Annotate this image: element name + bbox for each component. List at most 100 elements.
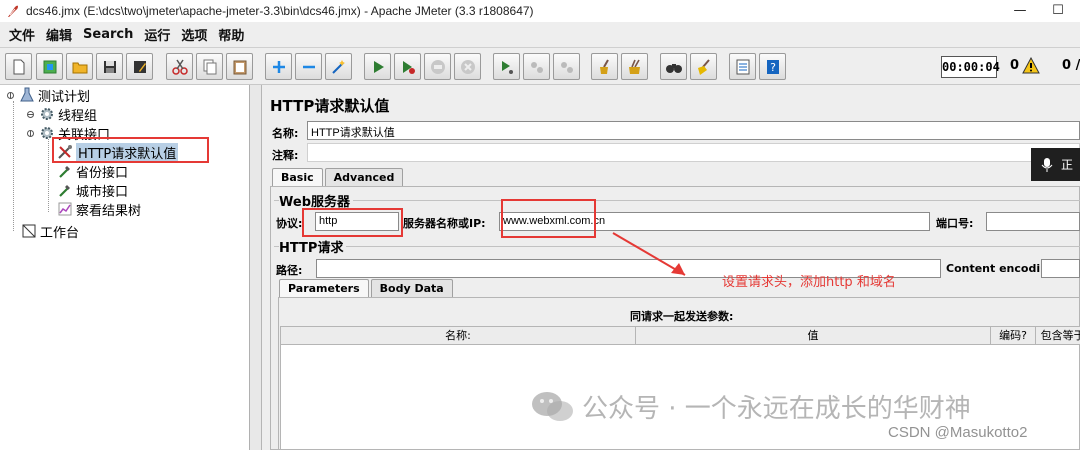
protocol-label: 协议: [276,217,303,230]
paste-button[interactable] [226,53,253,80]
content-encoding-field[interactable] [1041,259,1080,278]
remote-stop-button[interactable] [523,53,550,80]
watermark-text: 公众号 · 一个永远在成长的华财神 [582,394,971,424]
open-button[interactable] [66,53,93,80]
chart-listener-icon [58,202,72,216]
menu-run[interactable]: 运行 [144,25,170,44]
toggle-wand-icon [331,59,345,74]
start-no-pauses-button[interactable] [394,53,421,80]
reset-broom-icon [697,58,710,75]
menu-file[interactable]: 文件 [9,25,35,44]
stop-button[interactable] [424,53,451,80]
server-field[interactable]: www.webxml.com.cn [499,212,930,231]
name-label: 名称: [272,127,299,140]
copy-icon [203,59,216,74]
tab-basic[interactable]: Basic [272,168,323,186]
remote-stop-icon [530,61,543,73]
collapse-button[interactable] [295,53,322,80]
tree-node-workbench[interactable]: 工作台 [21,222,80,241]
toolbar: ? [0,47,1080,85]
column-header-include-equals[interactable]: 包含等于? [1036,327,1080,345]
search-button[interactable] [660,53,687,80]
templates-icon [43,60,56,73]
group-divider [274,200,1080,201]
menu-help[interactable]: 帮助 [218,25,244,44]
http-request-title: HTTP请求 [279,237,347,256]
tree-node-city-sampler[interactable]: 城市接口 [57,181,128,200]
jmeter-window: dcs46.jmx (E:\dcs\two\jmeter\apache-jmet… [0,0,1080,450]
templates-button[interactable] [36,53,63,80]
cut-button[interactable] [166,53,193,80]
tree-node-test-plan[interactable]: 测试计划 [6,86,90,105]
tree-label: 察看结果树 [76,203,142,219]
minimize-button[interactable]: — [1010,2,1030,20]
broom-icon [599,59,609,74]
help-button[interactable]: ? [759,53,786,80]
tree-collapse-handle-icon[interactable] [26,110,35,119]
web-server-title: Web服务器 [279,191,353,210]
page-title: HTTP请求默认值 [270,97,390,115]
tree-label: 线程组 [58,108,98,124]
tree-expand-handle-icon[interactable] [6,91,15,100]
basic-advanced-tabs: Basic Advanced [272,168,405,186]
tab-body-data[interactable]: Body Data [370,279,453,297]
tree-node-controller[interactable]: 关联接口 [26,124,111,143]
svg-text:?: ? [770,61,776,74]
menu-edit[interactable]: 编辑 [46,25,72,44]
warning-icon[interactable] [1022,57,1040,75]
workbench-icon [22,224,36,238]
reset-search-button[interactable] [690,53,717,80]
test-plan-flask-icon [20,87,34,102]
comment-field[interactable] [307,143,1080,162]
remote-start-icon [501,60,513,74]
params-caption: 同请求一起发送参数: [630,310,734,323]
start-button[interactable] [364,53,391,80]
expand-button[interactable] [265,53,292,80]
remote-start-button[interactable] [493,53,520,80]
tree-label-selected: HTTP请求默认值 [76,142,179,162]
recording-badge-text: 正 [1061,158,1074,172]
save-as-button[interactable] [126,53,153,80]
tree-label: 关联接口 [58,127,111,143]
new-button[interactable] [5,53,32,80]
maximize-button[interactable]: ☐ [1048,2,1068,20]
function-helper-button[interactable] [729,53,756,80]
clear-all-button[interactable] [621,53,648,80]
tab-parameters[interactable]: Parameters [279,279,369,297]
tree-node-http-defaults[interactable]: HTTP请求默认值 [57,142,179,162]
column-header-value[interactable]: 值 [636,327,991,345]
panel-splitter[interactable] [250,85,262,450]
column-header-name[interactable]: 名称: [281,327,636,345]
column-header-encode[interactable]: 编码? [991,327,1036,345]
annotation-arrow-icon [612,232,686,276]
protocol-field[interactable]: http [315,212,399,231]
save-button[interactable] [96,53,123,80]
voice-recording-badge[interactable]: 正 [1031,148,1080,181]
elapsed-timer: 00:00:04 [941,56,1000,78]
tree-label: 工作台 [40,225,80,241]
clear-button[interactable] [591,53,618,80]
menu-options[interactable]: 选项 [181,25,207,44]
open-folder-icon [72,62,87,73]
port-field[interactable] [986,212,1080,231]
toggle-button[interactable] [325,53,352,80]
new-file-icon [13,59,24,74]
plus-icon [272,60,285,73]
name-field[interactable]: HTTP请求默认值 [307,121,1080,140]
tab-advanced[interactable]: Advanced [324,168,404,186]
remote-shutdown-button[interactable] [553,53,580,80]
tree-node-province-sampler[interactable]: 省份接口 [57,162,128,181]
comment-label: 注释: [272,149,299,162]
server-label: 服务器名称或IP: [403,217,486,230]
menu-search[interactable]: Search [83,27,133,42]
annotation-text: 设置请求头，添加http 和域名 [722,275,896,290]
window-title: dcs46.jmx (E:\dcs\two\jmeter\apache-jmet… [26,4,534,18]
help-question-icon: ? [766,59,779,74]
tree-node-thread-group[interactable]: 线程组 [26,105,98,124]
copy-button[interactable] [196,53,223,80]
tree-node-results-tree[interactable]: 察看结果树 [57,200,142,219]
test-plan-tree: 测试计划 线程组 关联接口 HTTP请求默认值 省份接口 城市接口 察看结果树 [0,85,250,450]
jmeter-feather-icon [8,5,18,18]
shutdown-button[interactable] [454,53,481,80]
tree-expand-handle-icon[interactable] [26,129,35,138]
